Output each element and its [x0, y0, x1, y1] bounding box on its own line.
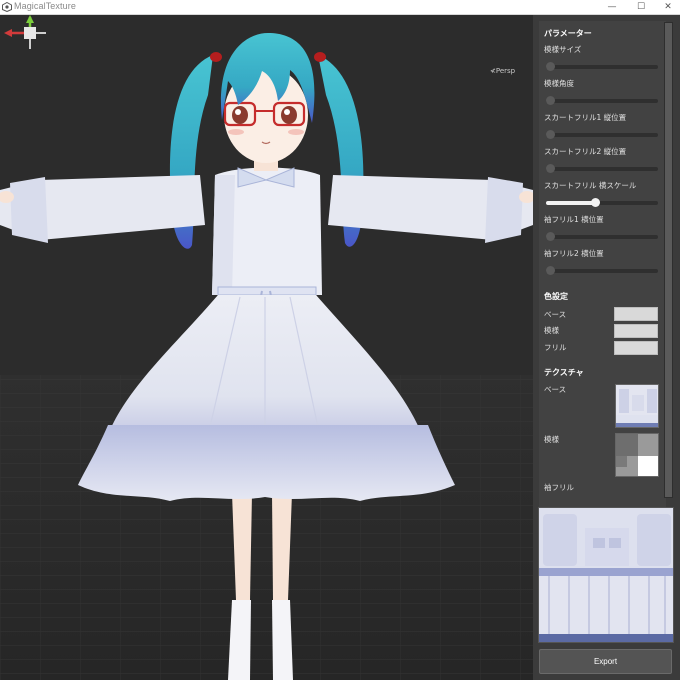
slider-label-sleeve-frill2-h: 袖フリル2 横位置 [544, 249, 604, 258]
app-window: MagicalTexture — ☐ ✕ ≮Persp パラメーター 模様サイズ… [0, 0, 680, 680]
texture-slot-base[interactable] [615, 384, 659, 428]
slider-label-skirt-frill-hscale: スカートフリル 横スケール [544, 181, 637, 190]
color-label-frill: フリル [544, 343, 567, 352]
color-settings-title: 色設定 [544, 292, 568, 301]
maximize-button[interactable]: ☐ [630, 0, 652, 15]
slider-label-pattern-size: 模様サイズ [544, 45, 582, 54]
window-title: MagicalTexture [14, 1, 76, 11]
slider-sleeve-frill1-h[interactable] [546, 232, 658, 241]
persp-label[interactable]: ≮Persp [490, 67, 515, 75]
color-swatch-base[interactable] [614, 307, 658, 321]
texture-atlas-image [539, 508, 673, 642]
slider-knob[interactable] [546, 164, 555, 173]
texture-label-pattern: 模様 [544, 435, 559, 444]
slider-pattern-angle[interactable] [546, 96, 658, 105]
slider-label-skirt-frill2-v: スカートフリル2 縦位置 [544, 147, 627, 156]
slider-knob[interactable] [546, 62, 555, 71]
texture-slot-pattern[interactable] [615, 433, 659, 477]
export-button[interactable]: Export [539, 649, 672, 674]
slider-knob[interactable] [546, 232, 555, 241]
color-label-base: ベース [544, 310, 567, 319]
title-bar: MagicalTexture — ☐ ✕ [0, 0, 680, 15]
slider-sleeve-frill2-h[interactable] [546, 266, 658, 275]
slider-fill [546, 201, 596, 205]
texture-label-base: ベース [544, 385, 567, 394]
color-swatch-frill[interactable] [614, 341, 658, 355]
scene-render [0, 33, 533, 680]
color-swatch-pattern[interactable] [614, 324, 658, 338]
slider-skirt-frill-hscale[interactable] [546, 198, 658, 207]
slider-knob[interactable] [546, 130, 555, 139]
slider-label-sleeve-frill1-h: 袖フリル1 横位置 [544, 215, 604, 224]
axis-gizmo-icon[interactable] [0, 15, 60, 65]
texture-label-sleeve-frill: 袖フリル [544, 483, 574, 492]
slider-label-pattern-angle: 模様角度 [544, 79, 574, 88]
panel-scrollbar[interactable] [664, 22, 673, 498]
scene-viewport[interactable]: ≮Persp [0, 15, 533, 680]
texture-preview [538, 507, 674, 643]
slider-knob[interactable] [546, 96, 555, 105]
slider-label-skirt-frill1-v: スカートフリル1 縦位置 [544, 113, 627, 122]
texture-base-thumbnail [616, 385, 658, 427]
color-label-pattern: 模様 [544, 326, 559, 335]
minimize-button[interactable]: — [601, 0, 623, 15]
slider-skirt-frill2-v[interactable] [546, 164, 658, 173]
slider-pattern-size[interactable] [546, 62, 658, 71]
slider-knob[interactable] [546, 266, 555, 275]
slider-skirt-frill1-v[interactable] [546, 130, 658, 139]
scrollbar-thumb[interactable] [665, 23, 672, 497]
texture-title: テクスチャ [544, 368, 584, 377]
texture-pattern-thumbnail [616, 434, 658, 476]
unity-logo-icon [2, 2, 12, 12]
close-button[interactable]: ✕ [657, 0, 679, 15]
parameters-title: パラメーター [544, 29, 592, 38]
